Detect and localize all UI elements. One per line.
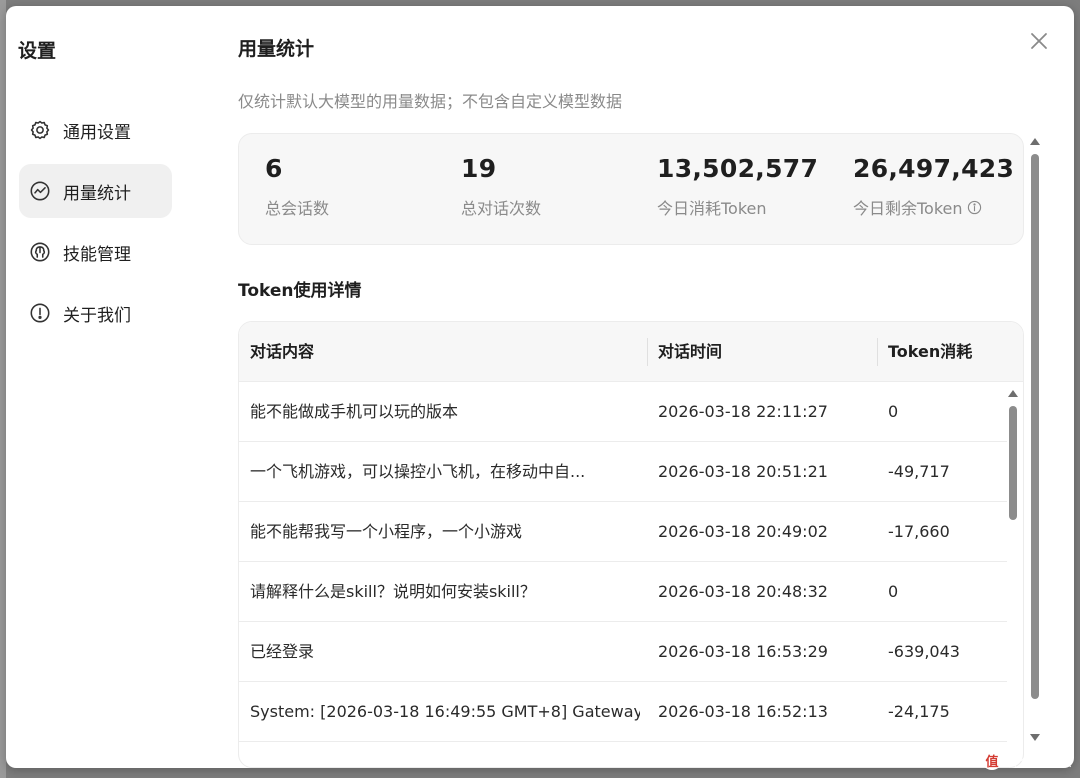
column-header-content[interactable]: 对话内容 [250,322,314,382]
scroll-up-icon[interactable] [1008,390,1018,397]
stat-total-sessions: 6 总会话数 [265,154,329,219]
cell-tokens: -24,175 [888,702,950,721]
panel-scrollbar[interactable] [1029,138,1041,743]
table-row[interactable]: 能不能帮我写一个小程序，一个小游戏 2026-03-18 20:49:02 -1… [239,502,1007,562]
scrollbar-thumb[interactable] [1009,406,1017,520]
stat-label: 今日消耗Token [657,199,767,218]
stat-today-consumed: 13,502,577 今日消耗Token [657,154,818,219]
table-body: 能不能做成手机可以玩的版本 2026-03-18 22:11:27 0 一个飞机… [239,382,1007,742]
close-button[interactable] [1028,30,1050,52]
table-row[interactable]: 一个飞机游戏，可以操控小飞机，在移动中自... 2026-03-18 20:51… [239,442,1007,502]
cell-tokens: -49,717 [888,462,950,481]
stat-label: 总对话次数 [461,199,542,218]
cell-tokens: -17,660 [888,522,950,541]
sidebar-item-label: 用量统计 [63,183,131,204]
scroll-down-icon[interactable] [1030,734,1040,741]
column-divider [877,338,878,366]
cell-content: 请解释什么是skill？说明如何安装skill？ [250,582,536,601]
scroll-up-icon[interactable] [1030,138,1040,145]
cell-content: 一个飞机游戏，可以操控小飞机，在移动中自... [250,462,586,481]
sidebar-item-skills[interactable]: 技能管理 [19,225,172,279]
trend-chart-icon [29,180,51,202]
cell-tokens: 0 [888,582,899,601]
table-header: 对话内容 对话时间 Token消耗 [239,322,1023,382]
stat-total-dialogs: 19 总对话次数 [461,154,541,219]
stat-value: 19 [461,154,497,183]
cell-time: 2026-03-18 22:11:27 [658,402,828,421]
table-row[interactable]: 能不能做成手机可以玩的版本 2026-03-18 22:11:27 0 [239,382,1007,442]
column-header-tokens[interactable]: Token消耗 [888,322,972,382]
cell-time: 2026-03-18 20:51:21 [658,462,828,481]
sidebar-title: 设置 [18,40,57,62]
stats-card: 6 总会话数 19 总对话次数 13,502,577 今日消耗Token 26,… [238,133,1024,245]
settings-dialog: 设置 通用设置 用量统计 技能管理 关于我们 用量统计 仅统计默认大模型的用量数… [6,6,1074,768]
section-title: Token使用详情 [238,281,362,301]
page-subtitle: 仅统计默认大模型的用量数据；不包含自定义模型数据 [238,92,623,111]
info-icon[interactable] [967,200,982,215]
sidebar-nav: 通用设置 用量统计 技能管理 关于我们 [19,103,172,347]
stat-label: 今日剩余Token [853,195,1014,219]
settings-sidebar: 设置 通用设置 用量统计 技能管理 关于我们 [6,6,206,768]
sidebar-item-general[interactable]: 通用设置 [19,103,172,157]
cell-time: 2026-03-18 16:52:13 [658,702,828,721]
watermark-badge: 值 [981,750,1002,770]
table-row[interactable]: 请解释什么是skill？说明如何安装skill？ 2026-03-18 20:4… [239,562,1007,622]
cell-time: 2026-03-18 20:48:32 [658,582,828,601]
close-icon [1031,33,1047,49]
table-row[interactable]: System: [2026-03-18 16:49:55 GMT+8] Gate… [239,682,1007,742]
stat-value: 6 [265,154,283,183]
table-scrollbar[interactable] [1007,390,1019,735]
cell-content: 能不能做成手机可以玩的版本 [250,402,459,421]
page-title: 用量统计 [238,38,315,60]
cell-time: 2026-03-18 20:49:02 [658,522,828,541]
sidebar-item-about[interactable]: 关于我们 [19,286,172,340]
cell-content: System: [2026-03-18 16:49:55 GMT+8] Gate… [250,702,640,721]
column-divider [647,338,648,366]
scrollbar-thumb[interactable] [1031,154,1039,699]
gear-icon [29,119,51,141]
watermark-text: 什么值得买 [1006,754,1072,770]
info-icon [29,302,51,324]
watermark: 值 什么值得买 [981,750,1072,770]
brain-icon [29,241,51,263]
sidebar-item-label: 技能管理 [63,244,131,265]
cell-tokens: -639,043 [888,642,960,661]
sidebar-item-label: 关于我们 [63,305,131,326]
sidebar-item-usage[interactable]: 用量统计 [19,164,172,218]
stat-value: 26,497,423 [853,154,1015,183]
stat-today-remaining: 26,497,423 今日剩余Token [853,154,1014,219]
cell-tokens: 0 [888,402,899,421]
stat-label: 总会话数 [265,199,330,218]
cell-content: 能不能帮我写一个小程序，一个小游戏 [250,522,523,541]
cell-content: 已经登录 [250,642,315,661]
stat-value: 13,502,577 [657,154,819,183]
sidebar-item-label: 通用设置 [63,122,131,143]
token-usage-table: 对话内容 对话时间 Token消耗 能不能做成手机可以玩的版本 2026-03-… [238,321,1024,768]
column-header-time[interactable]: 对话时间 [658,322,722,382]
cell-time: 2026-03-18 16:53:29 [658,642,828,661]
table-row[interactable]: 已经登录 2026-03-18 16:53:29 -639,043 [239,622,1007,682]
